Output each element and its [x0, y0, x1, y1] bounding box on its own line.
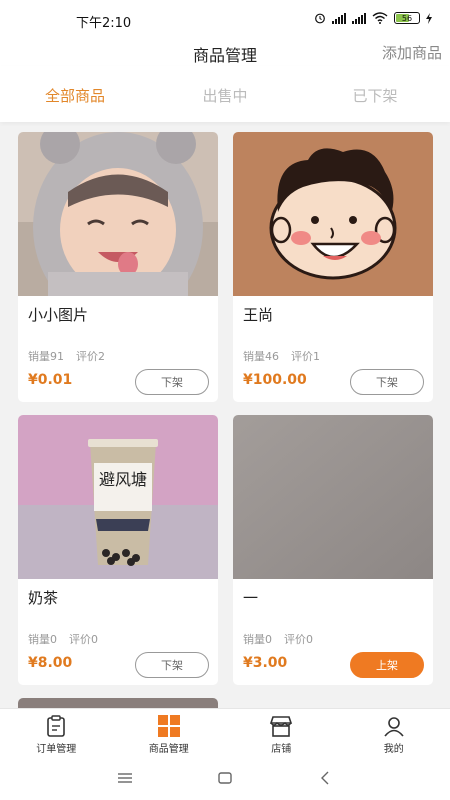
tab-all-products[interactable]: 全部商品 [0, 66, 150, 122]
product-image-baby[interactable] [18, 132, 218, 296]
bottom-tab-label: 我的 [383, 744, 404, 755]
product-name: 王尚 [243, 306, 274, 324]
review-count: 评价0 [284, 633, 313, 646]
charging-icon [426, 12, 432, 24]
product-price: ¥3.00 [243, 655, 288, 671]
review-count: 评价0 [69, 633, 98, 646]
home-icon[interactable] [215, 768, 235, 788]
status-bar: 下午2:10 56 [0, 0, 450, 40]
system-nav [0, 756, 450, 800]
order-icon [44, 714, 68, 738]
user-icon [382, 714, 406, 738]
gray-photo [233, 415, 433, 579]
filter-tabs: 全部商品 出售中 已下架 [0, 66, 450, 122]
baby-photo [18, 132, 218, 296]
bottom-nav: 订单管理 商品管理 店铺 我的 [0, 708, 450, 756]
delist-button[interactable]: 下架 [350, 369, 424, 395]
tab-on-sale[interactable]: 出售中 [150, 66, 300, 122]
sales-count: 销量91 [28, 350, 64, 363]
signal-icon [332, 12, 346, 24]
signal-icon [352, 12, 366, 24]
product-name: 奶茶 [28, 589, 59, 607]
bottom-tab-label: 店铺 [271, 744, 292, 755]
delist-button[interactable]: 下架 [135, 369, 209, 395]
product-card[interactable]: 避风塘 奶茶 销量0 评价0 ¥8.00 下架 [18, 415, 218, 685]
status-time: 下午2:10 [76, 16, 132, 31]
product-stats: 销量46 评价1 [243, 348, 320, 364]
wifi-icon [372, 12, 388, 24]
bottom-tab-products[interactable]: 商品管理 [113, 709, 226, 756]
cartoon-face [233, 132, 433, 296]
review-count: 评价2 [76, 350, 105, 363]
milk-tea-brand-text: 避风塘 [99, 470, 147, 489]
add-product-button[interactable]: 添加商品 [382, 42, 442, 63]
sales-count: 销量0 [243, 633, 272, 646]
product-card[interactable]: 小小图片 销量91 评价2 ¥0.01 下架 [18, 132, 218, 402]
sales-count: 销量0 [28, 633, 57, 646]
product-card[interactable]: 一 销量0 评价0 ¥3.00 上架 [233, 415, 433, 685]
battery-level: 56 [401, 13, 413, 23]
product-name: 一 [243, 589, 259, 607]
delist-button[interactable]: 下架 [135, 652, 209, 678]
product-card[interactable]: 王尚 销量46 评价1 ¥100.00 下架 [233, 132, 433, 402]
product-grid: 小小图片 销量91 评价2 ¥0.01 下架 王尚 销量46 评价1 ¥100.… [0, 122, 450, 708]
grid-icon [157, 714, 181, 738]
store-icon [269, 714, 293, 738]
battery-icon: 56 [394, 12, 420, 24]
bottom-tab-label: 商品管理 [148, 744, 189, 755]
menu-icon[interactable] [115, 768, 135, 788]
bottom-tab-me[interactable]: 我的 [338, 709, 450, 756]
product-price: ¥0.01 [28, 372, 73, 388]
bottom-tab-store[interactable]: 店铺 [225, 709, 338, 756]
product-name: 小小图片 [28, 306, 89, 324]
list-button[interactable]: 上架 [350, 652, 424, 678]
product-image-milk-tea[interactable]: 避风塘 [18, 415, 218, 579]
product-stats: 销量91 评价2 [28, 348, 105, 364]
product-image-cartoon[interactable] [233, 132, 433, 296]
nav-bar: 商品管理 添加商品 [0, 40, 450, 66]
product-card-partial[interactable] [18, 698, 218, 708]
back-icon[interactable] [315, 768, 335, 788]
bottom-tab-orders[interactable]: 订单管理 [0, 709, 113, 756]
review-count: 评价1 [291, 350, 320, 363]
product-stats: 销量0 评价0 [28, 631, 98, 647]
product-image-gray[interactable] [233, 415, 433, 579]
product-stats: 销量0 评价0 [243, 631, 313, 647]
bottom-tab-label: 订单管理 [36, 744, 77, 755]
sales-count: 销量46 [243, 350, 279, 363]
product-price: ¥8.00 [28, 655, 73, 671]
milk-tea-photo: 避风塘 [18, 415, 218, 579]
tab-off-shelf[interactable]: 已下架 [300, 66, 450, 122]
product-price: ¥100.00 [243, 372, 307, 388]
alarm-icon [315, 13, 325, 24]
status-icons: 56 [314, 12, 432, 24]
